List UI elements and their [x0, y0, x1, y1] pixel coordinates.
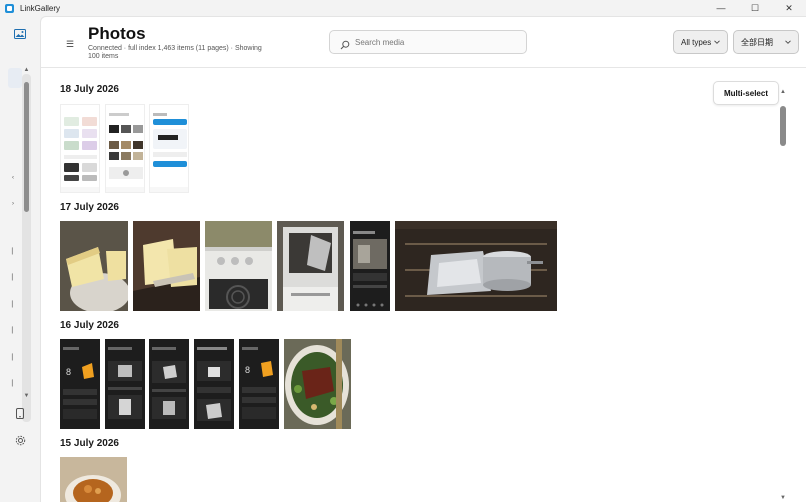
date-group-heading: 15 July 2026 — [60, 438, 119, 449]
maximize-button[interactable]: ☐ — [738, 0, 772, 16]
photo-thumbnail[interactable] — [60, 457, 127, 502]
gallery-scroll-thumb[interactable] — [780, 106, 786, 146]
multi-select-button[interactable]: Multi-select — [713, 81, 779, 105]
photo-thumbnail[interactable] — [395, 221, 557, 311]
photos-nav-icon[interactable] — [13, 27, 27, 41]
photo-thumbnail[interactable] — [105, 104, 145, 193]
navigation-rail: ▲ ▼ ‹ › ▏ ▏ ▏ ▏ ▏ ▏ — [0, 16, 40, 502]
page-header: ☰ Photos Connected · full index 1,463 it… — [41, 17, 806, 68]
connection-status: Connected · full index 1,463 items (11 p… — [88, 45, 262, 60]
sidebar-scrollbar[interactable] — [22, 74, 31, 422]
photo-thumbnail[interactable] — [60, 104, 100, 193]
nav-item-icon[interactable]: ▏ — [12, 301, 17, 308]
type-filter-value: All types — [681, 37, 712, 47]
nav-item-icon[interactable]: › — [12, 201, 14, 207]
hamburger-menu-icon[interactable]: ☰ — [66, 39, 74, 50]
nav-item-icon[interactable]: ▏ — [12, 354, 17, 361]
nav-item-icon[interactable]: ▏ — [12, 248, 17, 255]
app-logo-icon — [5, 3, 14, 13]
search-box[interactable] — [329, 30, 527, 54]
close-button[interactable]: ✕ — [772, 0, 806, 16]
nav-item-icon[interactable]: ▏ — [12, 274, 17, 281]
photo-thumbnail[interactable] — [105, 339, 145, 429]
photo-thumbnail[interactable] — [277, 221, 344, 311]
phone-icon[interactable] — [13, 406, 27, 420]
sidebar-scroll-up-arrow[interactable]: ▲ — [22, 66, 31, 74]
photo-thumbnail[interactable] — [350, 221, 390, 311]
scroll-up-arrow[interactable]: ▲ — [778, 88, 788, 96]
search-input[interactable] — [355, 37, 515, 47]
photo-thumbnail[interactable] — [149, 339, 189, 429]
photo-thumbnail[interactable] — [133, 221, 200, 311]
window-title: LinkGallery — [20, 3, 61, 13]
date-filter-dropdown[interactable]: 全部日期 — [733, 30, 799, 54]
date-group-heading: 18 July 2026 — [60, 84, 119, 95]
date-group-heading: 16 July 2026 — [60, 320, 119, 331]
window-controls: — ☐ ✕ — [704, 0, 806, 16]
nav-item-icon[interactable]: ▏ — [12, 380, 17, 387]
main-content: ☰ Photos Connected · full index 1,463 it… — [40, 16, 806, 502]
photo-thumbnail[interactable] — [284, 339, 351, 429]
photo-thumbnail[interactable] — [205, 221, 272, 311]
photo-gallery: 18 July 2026 17 July 2026 16 July 2026 8… — [41, 69, 777, 502]
search-icon — [340, 37, 350, 50]
sidebar-scroll-thumb[interactable] — [24, 82, 29, 212]
page-title: Photos — [88, 24, 146, 43]
nav-item-icon[interactable]: ‹ — [12, 175, 14, 181]
photo-thumbnail[interactable]: 8 — [239, 339, 279, 429]
photo-thumbnail[interactable] — [60, 221, 128, 311]
photo-thumbnail[interactable] — [194, 339, 234, 429]
photo-thumbnail[interactable] — [149, 104, 189, 193]
photo-thumbnail[interactable]: 8 — [60, 339, 100, 429]
chevron-down-icon — [785, 40, 791, 44]
gallery-scrollbar[interactable]: ▲ ▼ — [778, 88, 788, 502]
scroll-down-arrow[interactable]: ▼ — [778, 494, 788, 502]
date-group-heading: 17 July 2026 — [60, 202, 119, 213]
sidebar-scroll-down-arrow[interactable]: ▼ — [22, 392, 31, 400]
minimize-button[interactable]: — — [704, 0, 738, 16]
date-filter-value: 全部日期 — [741, 37, 773, 47]
settings-gear-icon[interactable] — [13, 433, 27, 447]
active-nav-indicator — [8, 68, 22, 88]
svg-text:8: 8 — [66, 367, 71, 377]
type-filter-dropdown[interactable]: All types — [673, 30, 728, 54]
chevron-down-icon — [714, 40, 720, 44]
nav-item-icon[interactable]: ▏ — [12, 327, 17, 334]
title-bar: LinkGallery — ☐ ✕ — [0, 0, 806, 16]
svg-text:8: 8 — [245, 365, 250, 375]
